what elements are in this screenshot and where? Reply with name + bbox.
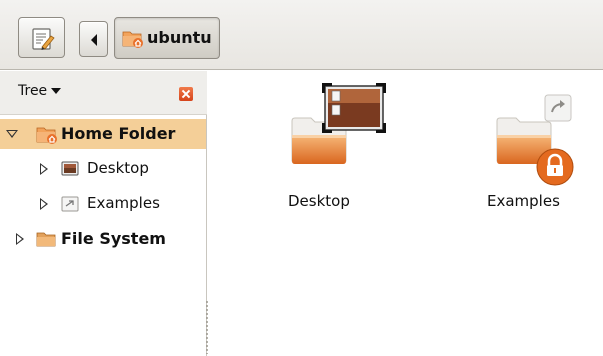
expander-collapsed-icon[interactable] <box>16 233 24 245</box>
edit-location-button[interactable] <box>18 17 65 58</box>
folder-icon <box>36 232 56 247</box>
file-item-label: Desktop <box>288 192 350 210</box>
lock-emblem-icon <box>536 148 574 186</box>
sidebar-view-selector[interactable]: Tree <box>18 83 62 99</box>
breadcrumb-ubuntu[interactable]: ubuntu <box>114 17 220 59</box>
symlink-emblem-icon <box>544 94 572 122</box>
tree-item-label: Examples <box>87 194 160 212</box>
home-folder-icon <box>122 31 143 48</box>
sidebar-view-label: Tree <box>18 83 48 99</box>
location-toolbar: ubuntu <box>0 0 603 70</box>
breadcrumb-label: ubuntu <box>147 28 212 47</box>
desktop-icon <box>61 161 79 176</box>
tree-item-label: Home Folder <box>61 124 176 143</box>
text-editor-icon <box>32 28 55 50</box>
tree-item-label: Desktop <box>87 159 149 177</box>
path-back-button[interactable] <box>79 21 108 57</box>
tree-item-examples[interactable]: Examples <box>0 189 206 219</box>
sidebar: Tree Home Folder Desktop Examples File S… <box>0 71 207 356</box>
close-icon[interactable] <box>179 87 193 101</box>
expander-collapsed-icon[interactable] <box>40 163 48 175</box>
arrow-left-icon <box>91 34 97 46</box>
icon-view: Desktop Examples <box>208 71 603 356</box>
expander-expanded-icon[interactable] <box>6 130 18 138</box>
file-item-examples[interactable]: Examples <box>483 83 603 213</box>
caret-down-icon <box>51 88 62 94</box>
tree-item-home-folder[interactable]: Home Folder <box>0 119 206 149</box>
home-folder-icon <box>36 127 57 144</box>
tree-item-desktop[interactable]: Desktop <box>0 154 206 184</box>
expander-collapsed-icon[interactable] <box>40 198 48 210</box>
file-item-desktop[interactable]: Desktop <box>278 83 388 213</box>
sidebar-header: Tree <box>0 71 207 115</box>
tree-item-label: File System <box>61 229 166 248</box>
tree-item-file-system[interactable]: File System <box>0 224 206 254</box>
symlink-icon <box>61 196 79 212</box>
file-item-label: Examples <box>487 192 560 210</box>
desktop-emblem-icon <box>322 83 386 133</box>
